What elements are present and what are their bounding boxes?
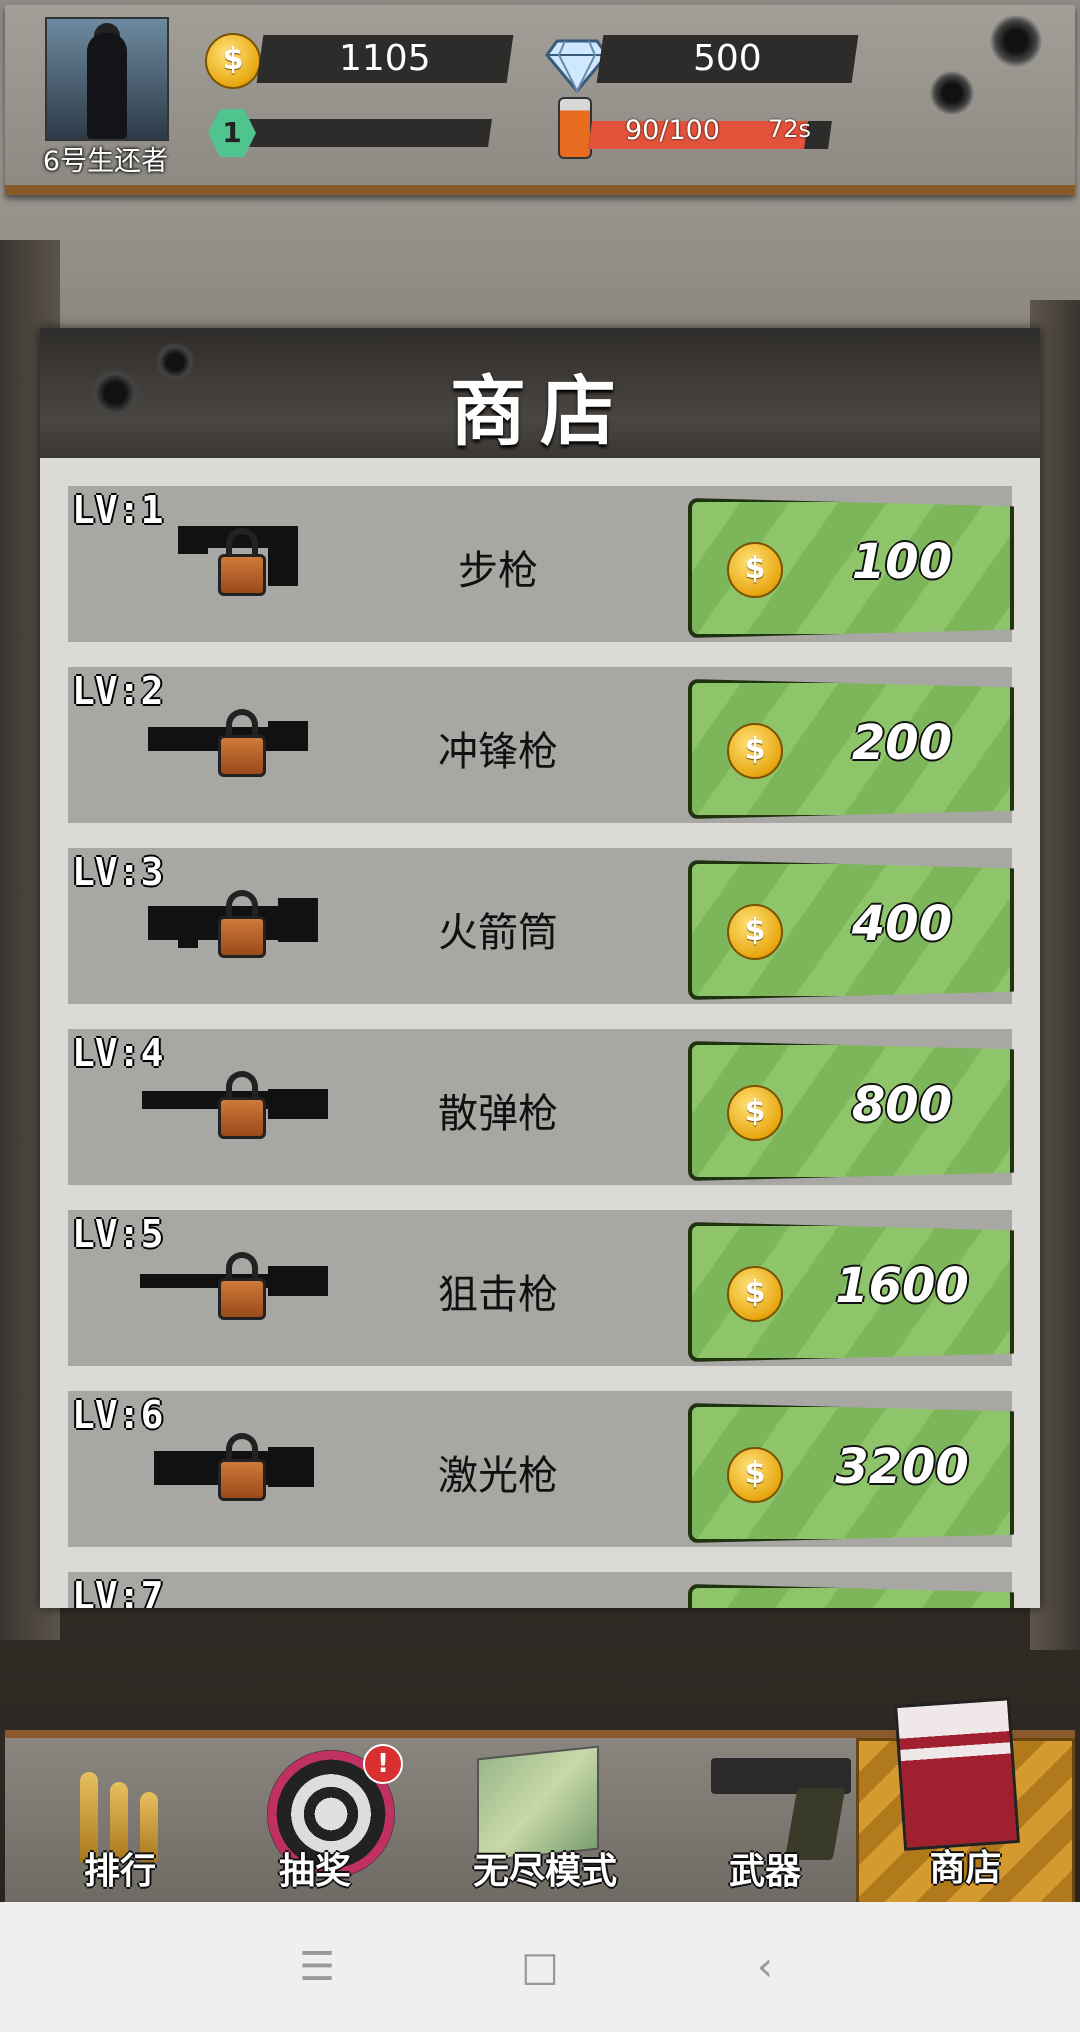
energy-text: 90/100: [625, 115, 720, 146]
buy-button[interactable]: $800: [688, 1041, 1014, 1181]
shop-item-row: LV:4 散弹枪 $800: [68, 1029, 1014, 1185]
weapon-name: 散弹枪: [438, 1091, 558, 1137]
shop-item-row: LV:5 狙击枪 $1600: [68, 1210, 1014, 1366]
weapon-name: 步枪: [458, 548, 538, 594]
buy-button[interactable]: [688, 1584, 1014, 1608]
shop-item-row: LV:3 火箭筒 $400: [68, 848, 1014, 1004]
coin-icon: $: [727, 723, 783, 779]
notification-badge: !: [363, 1744, 403, 1784]
item-level-label: LV:5: [72, 1212, 164, 1256]
shop-stand-icon: [894, 1697, 1020, 1851]
bottom-nav: 排行 ! 抽奖 无尽模式 武器 商店: [5, 1697, 1075, 1908]
back-icon[interactable]: ‹: [740, 1942, 790, 1992]
item-level-label: LV:2: [72, 669, 164, 713]
nav-label: 无尽模式: [472, 1851, 617, 1892]
item-level-label: LV:1: [72, 488, 164, 532]
energy-timer: 72s: [768, 115, 812, 143]
lock-icon: [218, 1071, 266, 1139]
weapon-name: 火箭筒: [438, 910, 558, 956]
item-level-label: LV:4: [72, 1031, 164, 1075]
player-level-badge: 1: [208, 109, 256, 157]
diamond-count: 500: [693, 38, 762, 79]
item-level-label: LV:3: [72, 850, 164, 894]
buy-price: 200: [851, 715, 953, 771]
menu-icon[interactable]: ☰: [292, 1942, 342, 1992]
coin-icon: $: [727, 904, 783, 960]
shop-panel: 商店 LV:1 步枪 $100 LV:2 冲锋枪 $200 LV:3 火箭筒 $400 LV:4 散…: [40, 328, 1040, 1608]
nav-item-endless-mode[interactable]: 无尽模式: [445, 1738, 645, 1908]
xp-bar: [228, 119, 492, 147]
buy-button[interactable]: $3200: [688, 1403, 1014, 1543]
player-avatar[interactable]: [45, 17, 169, 141]
diamond-counter: 500: [596, 35, 859, 83]
lock-icon: [218, 1252, 266, 1320]
buy-button[interactable]: $200: [688, 679, 1014, 819]
nav-label: 商店: [929, 1848, 1002, 1889]
lock-icon: [218, 1433, 266, 1501]
bullet-hole-decoration: [930, 71, 974, 115]
item-level-label: LV:7: [72, 1574, 164, 1608]
coin-icon: $: [727, 542, 783, 598]
buy-price: 1600: [835, 1258, 969, 1314]
lock-icon: [218, 709, 266, 777]
weapon-name: 狙击枪: [438, 1272, 558, 1318]
nav-item-shop[interactable]: 商店: [856, 1697, 1075, 1908]
nav-item-lottery[interactable]: ! 抽奖: [225, 1738, 405, 1908]
shop-item-list[interactable]: LV:1 步枪 $100 LV:2 冲锋枪 $200 LV:3 火箭筒 $400 LV:4 散弹枪 $…: [40, 458, 1040, 1608]
buy-button[interactable]: $1600: [688, 1222, 1014, 1362]
shop-title: 商店: [450, 367, 630, 456]
buy-price: 100: [851, 534, 953, 590]
nav-label: 排行: [83, 1851, 156, 1892]
shop-item-row: LV:6 激光枪 $3200: [68, 1391, 1014, 1547]
shop-header: 商店: [40, 328, 1040, 458]
item-level-label: LV:6: [72, 1393, 164, 1437]
weapon-name: 激光枪: [438, 1453, 558, 1499]
weapon-name: 冲锋枪: [438, 729, 558, 775]
lock-icon: [218, 528, 266, 596]
bullet-hole-decoration: [990, 15, 1042, 67]
system-nav-bar: ☰ □ ‹: [0, 1902, 1080, 2032]
coin-icon: $: [727, 1447, 783, 1503]
buy-price: 800: [851, 1077, 953, 1133]
player-name: 6号生还者: [42, 146, 169, 177]
top-hud: 6号生还者 $ 1105 500 1 90/100 72s: [5, 5, 1075, 195]
nav-item-weapons[interactable]: 武器: [675, 1738, 855, 1908]
coin-icon: $: [727, 1266, 783, 1322]
home-icon[interactable]: □: [515, 1942, 565, 1992]
avatar-figure: [87, 33, 127, 139]
coin-count: 1105: [339, 38, 431, 79]
buy-button[interactable]: $400: [688, 860, 1014, 1000]
nav-label: 武器: [728, 1851, 801, 1892]
coin-counter: 1105: [256, 35, 514, 83]
buy-price: 400: [851, 896, 953, 952]
coin-icon: $: [205, 33, 261, 89]
nav-label: 抽奖: [278, 1851, 351, 1892]
lock-icon: [218, 890, 266, 958]
nav-item-ranking[interactable]: 排行: [30, 1738, 210, 1908]
shop-item-row: LV:1 步枪 $100: [68, 486, 1014, 642]
shop-item-row: LV:7: [68, 1572, 1014, 1608]
buy-button[interactable]: $100: [688, 498, 1014, 638]
coin-icon: $: [727, 1085, 783, 1141]
buy-price: 3200: [835, 1439, 969, 1495]
energy-bottle-icon: [558, 97, 592, 159]
shop-item-row: LV:2 冲锋枪 $200: [68, 667, 1014, 823]
